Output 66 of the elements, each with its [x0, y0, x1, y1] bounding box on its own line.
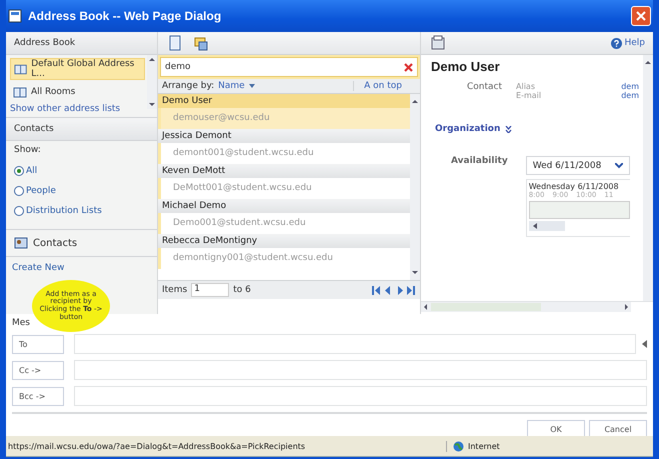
address-book-icon	[14, 62, 28, 76]
sort-order-button[interactable]: A on top	[353, 81, 416, 91]
folder-icon	[194, 35, 208, 51]
help-link[interactable]: Help	[611, 38, 645, 48]
contact-name: Michael Demo	[158, 199, 410, 213]
recipient-field[interactable]	[74, 334, 636, 354]
contact-name: Keven DeMott	[158, 164, 410, 178]
address-book-icon	[13, 86, 27, 98]
collapse-arrow-icon	[642, 340, 647, 348]
globe-icon	[453, 440, 464, 452]
filter-radio[interactable]: People	[14, 181, 149, 201]
recipient-button[interactable]: To	[12, 334, 64, 354]
recipient-field[interactable]	[74, 386, 647, 406]
clear-icon	[404, 62, 413, 72]
search-field[interactable]: demo	[160, 57, 418, 77]
dropdown-arrow-icon	[248, 84, 255, 88]
contact-email: demouser@wcsu.edu	[158, 108, 410, 129]
date-dropdown[interactable]: Wed 6/11/2008	[526, 156, 630, 175]
window-title: Address Book -- Web Page Dialog	[28, 9, 222, 23]
status-url: https://mail.wcsu.edu/owa/?ae=Dialog&t=AddressBook&a=PickRecipients	[7, 442, 306, 450]
availability-label: Availability	[451, 156, 508, 168]
items-label: Items	[162, 285, 188, 295]
recipient-button[interactable]: Cc ->	[12, 360, 64, 380]
contacts-nav-item[interactable]: Contacts	[6, 229, 157, 257]
help-icon	[611, 38, 622, 48]
contact-row[interactable]: Jessica Demont demont001@student.wcsu.edu	[158, 129, 410, 164]
close-icon	[636, 11, 646, 21]
recipient-button[interactable]: Bcc ->	[12, 386, 64, 406]
organization-toggle[interactable]: Organization	[435, 124, 639, 134]
show-lists-link[interactable]: Show other address lists	[10, 104, 145, 114]
field-label: Alias	[516, 82, 536, 91]
page-count-label: to 6	[233, 285, 251, 295]
contact-card-icon	[431, 35, 445, 51]
contact-row[interactable]: Rebecca DeMontigny demontigny001@student.wcsu.edu	[158, 234, 410, 269]
contact-title: Demo User	[431, 59, 501, 74]
field-value: dem	[621, 91, 639, 100]
schedule-date: Wednesday 6/11/2008	[528, 182, 620, 191]
contact-label: Contact	[467, 82, 502, 94]
security-zone: Internet	[446, 440, 653, 452]
address-list-item[interactable]: All Rooms	[10, 82, 145, 102]
recipients-label: Mes	[12, 318, 31, 328]
contact-name: Demo User	[158, 94, 410, 108]
arrange-label: Arrange by:	[162, 81, 214, 91]
show-label: Show:	[14, 145, 42, 155]
field-label: E-mail	[516, 91, 542, 100]
field-value: dem	[621, 82, 639, 91]
contact-row[interactable]: Demo User demouser@wcsu.edu	[158, 94, 410, 129]
page-number-field[interactable]: 1	[191, 283, 230, 297]
arrange-dropdown[interactable]: Name	[218, 81, 245, 91]
book-icon	[168, 35, 182, 51]
address-list-item[interactable]: Default Global Address L...	[10, 58, 145, 80]
contact-name: Rebecca DeMontigny	[158, 234, 410, 248]
scrollbar-drawing	[147, 55, 157, 109]
create-folder-link[interactable]: Create New	[12, 263, 64, 273]
contact-name: Jessica Demont	[158, 129, 410, 143]
double-chevron-icon	[505, 126, 512, 132]
window-icon	[8, 9, 22, 23]
scrollbar-drawing	[528, 221, 565, 231]
contact-row[interactable]: Michael Demo Demo001@student.wcsu.edu	[158, 199, 410, 234]
pager-arrows-icon	[372, 286, 416, 294]
filter-radio[interactable]: Distribution Lists	[14, 201, 149, 221]
contacts-icon	[14, 237, 28, 249]
recipient-field[interactable]	[74, 360, 647, 380]
filter-radio[interactable]: All	[14, 161, 149, 181]
contact-row[interactable]: Keven DeMott DeMott001@student.wcsu.edu	[158, 164, 410, 199]
close-button[interactable]	[631, 6, 651, 26]
